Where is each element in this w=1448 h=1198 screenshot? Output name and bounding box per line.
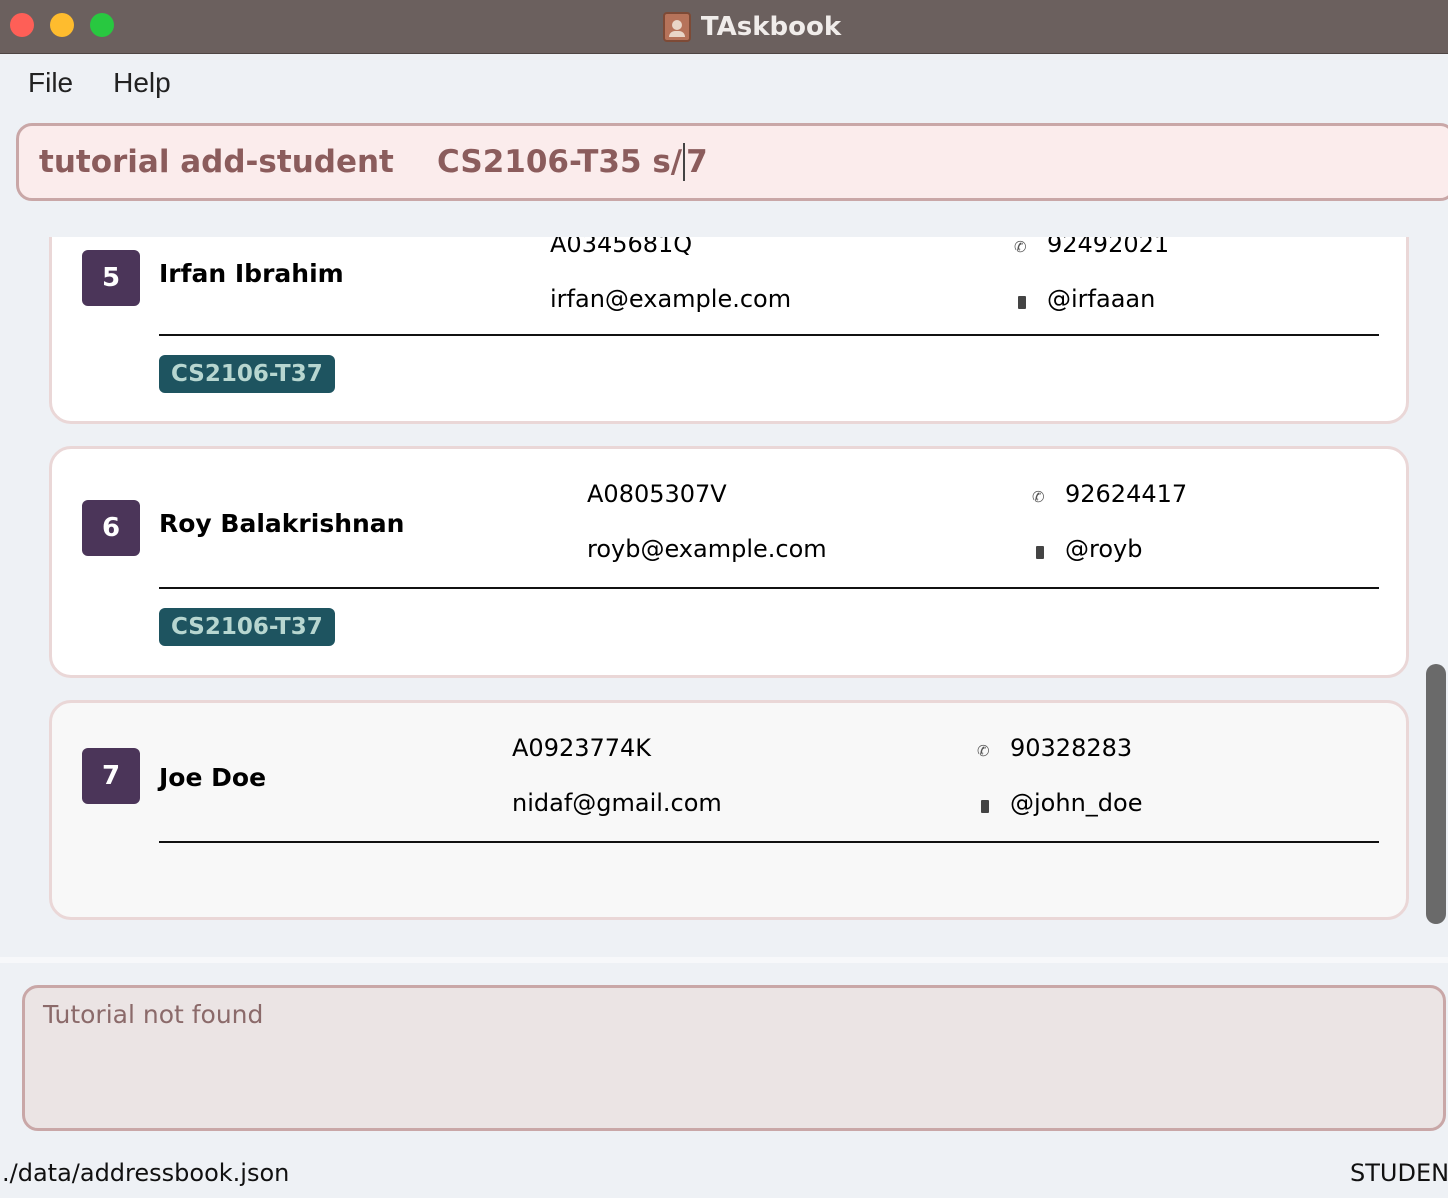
student-card[interactable]: 6 Roy Balakrishnan A0805307V royb@exampl…: [49, 446, 1409, 678]
student-id: A0345681Q: [550, 237, 693, 258]
text-caret: [683, 143, 686, 181]
command-area: tutorial add-student CS2106-T35 s/7: [0, 111, 1448, 237]
student-telegram: @royb: [1065, 535, 1143, 563]
command-input[interactable]: tutorial add-student CS2106-T35 s/7: [16, 123, 1448, 201]
student-phone: 92492021: [1047, 237, 1170, 258]
list-scrollbar-thumb[interactable]: [1426, 664, 1446, 924]
title-bar: TAskbook: [0, 0, 1448, 54]
telegram-icon: [1018, 296, 1026, 309]
student-name: Roy Balakrishnan: [159, 509, 405, 538]
student-phone: 90328283: [1010, 734, 1133, 762]
student-email: nidaf@gmail.com: [512, 789, 722, 817]
address-book-icon: [662, 12, 691, 42]
command-text-before-caret: tutorial add-student CS2106-T35 s/: [39, 144, 683, 180]
student-phone: 92624417: [1065, 480, 1188, 508]
phone-icon: ✆: [1032, 488, 1045, 506]
result-message: Tutorial not found: [43, 1000, 264, 1029]
student-telegram: @irfaaan: [1047, 285, 1156, 313]
window-title: TAskbook: [700, 12, 842, 42]
student-id: A0805307V: [587, 480, 727, 508]
status-file-path: ./data/addressbook.json: [2, 1159, 290, 1187]
student-index-badge: 5: [82, 250, 140, 306]
title-wrap: TAskbook: [0, 0, 1448, 54]
student-card[interactable]: 5 Irfan Ibrahim A0345681Q irfan@example.…: [49, 237, 1409, 424]
result-area: Tutorial not found: [0, 957, 1448, 1145]
command-text-after-caret: 7: [686, 144, 708, 180]
student-email: irfan@example.com: [550, 285, 792, 313]
phone-icon: ✆: [1014, 238, 1027, 256]
student-name: Irfan Ibrahim: [159, 259, 344, 288]
student-name: Joe Doe: [159, 763, 267, 792]
result-display[interactable]: Tutorial not found: [22, 985, 1446, 1131]
phone-icon: ✆: [977, 742, 990, 760]
menu-file[interactable]: File: [28, 67, 73, 99]
student-email: royb@example.com: [587, 535, 827, 563]
menu-bar: File Help: [0, 55, 1448, 111]
student-index-badge: 7: [82, 748, 140, 804]
student-index-badge: 6: [82, 500, 140, 556]
telegram-icon: [1036, 546, 1044, 559]
student-list[interactable]: 5 Irfan Ibrahim A0345681Q irfan@example.…: [0, 237, 1448, 957]
student-id: A0923774K: [512, 734, 652, 762]
card-divider: [159, 587, 1379, 589]
tutorial-tag: CS2106-T37: [159, 608, 335, 646]
menu-help[interactable]: Help: [113, 67, 171, 99]
student-card[interactable]: 7 Joe Doe A0923774K nidaf@gmail.com ✆ 90…: [49, 700, 1409, 920]
status-bar: ./data/addressbook.json STUDEN: [0, 1145, 1448, 1198]
card-divider: [159, 334, 1379, 336]
card-divider: [159, 841, 1379, 843]
telegram-icon: [981, 800, 989, 813]
status-mode: STUDEN: [1350, 1159, 1448, 1187]
tutorial-tag: CS2106-T37: [159, 355, 335, 393]
student-telegram: @john_doe: [1010, 789, 1143, 817]
